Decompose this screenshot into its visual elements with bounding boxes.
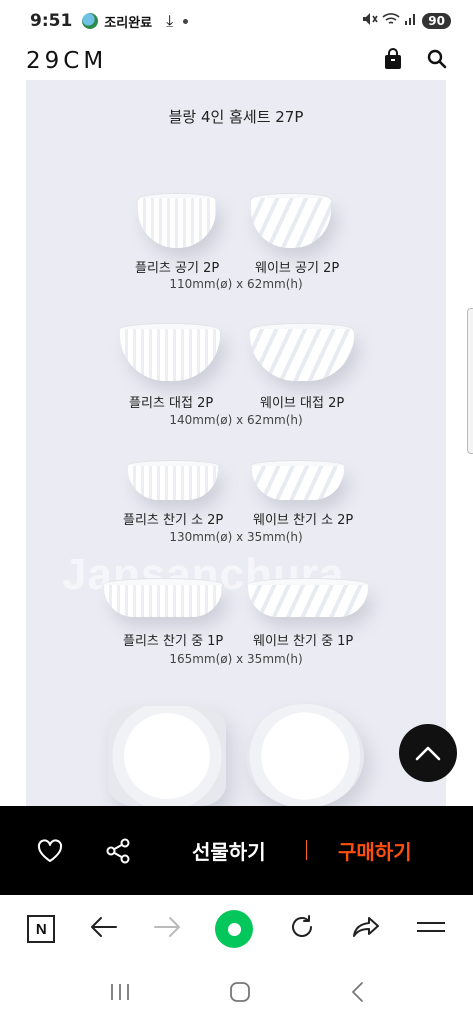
product-detail-image: 블랑 4인 홈세트 27P Jansanchura 플리츠 공기 2P 웨이브 … [26,80,446,806]
home-icon[interactable] [228,980,252,1008]
forward-arrow-icon[interactable] [153,916,181,942]
heart-icon[interactable] [36,837,64,865]
wave-plate-image [246,704,364,806]
green-dot-button[interactable] [215,910,254,948]
download-icon: ⤓ [166,11,174,30]
notification: 조리완료 [82,12,152,31]
pleats-rice-bowl-image [138,198,216,248]
item-dimensions: 130mm(ø) x 35mm(h) [169,530,303,544]
share-arrow-icon[interactable] [351,915,381,943]
more-notifications-dot [183,18,189,24]
mute-icon [362,12,378,30]
action-divider [306,840,307,860]
menu-icon[interactable] [416,918,446,940]
system-navigation-bar [0,963,473,1024]
status-time: 9:51 [30,11,73,31]
app-header: 29CM [0,42,473,80]
item-dimensions: 165mm(ø) x 35mm(h) [169,652,303,666]
edge-panel-handle[interactable] [467,308,473,454]
shopping-bag-icon[interactable] [383,48,403,74]
item-label: 플리츠 대접 2P [129,396,214,411]
product-set-title: 블랑 4인 홈세트 27P [168,108,304,126]
item-label: 플리츠 공기 2P [135,261,220,276]
wave-soup-bowl-image [250,329,354,381]
naver-home-button[interactable]: N [27,915,56,943]
wave-small-dish-image [252,466,344,500]
recent-apps-icon[interactable] [109,982,131,1006]
search-icon[interactable] [427,49,447,73]
status-bar: 9:51 조리완료 ⤓ 90 [0,0,473,42]
scroll-to-top-button[interactable] [399,724,457,782]
pleats-plate-image [108,706,226,806]
back-arrow-icon[interactable] [90,916,118,942]
refresh-icon[interactable] [288,913,316,945]
wave-medium-dish-image [248,585,368,617]
pleats-soup-bowl-image [120,329,220,381]
share-icon[interactable] [104,837,132,865]
purchase-action-bar: 선물하기 구매하기 [0,806,473,895]
gift-button[interactable]: 선물하기 [192,836,266,865]
notification-text: 조리완료 [104,15,153,31]
status-indicators: 90 [362,12,451,30]
item-dimensions: 140mm(ø) x 62mm(h) [169,413,303,427]
item-label: 플리츠 찬기 중 1P [123,634,224,649]
green-dot-icon [227,922,241,936]
globe-icon [82,13,99,29]
pleats-small-dish-image [128,466,218,500]
item-label: 웨이브 대접 2P [260,396,345,411]
battery-level: 90 [422,13,451,29]
chevron-up-icon [415,746,441,761]
item-label: 웨이브 찬기 소 2P [253,513,354,528]
brand-logo[interactable]: 29CM [26,48,107,74]
item-label: 웨이브 찬기 중 1P [253,634,354,649]
item-dimensions: 110mm(ø) x 62mm(h) [169,277,303,291]
wifi-icon [382,12,400,30]
pleats-medium-dish-image [104,585,222,617]
signal-icon [404,12,418,30]
wave-rice-bowl-image [251,198,331,248]
item-label: 플리츠 찬기 소 2P [123,513,224,528]
item-label: 웨이브 공기 2P [255,261,340,276]
buy-button[interactable]: 구매하기 [338,836,412,865]
system-back-icon[interactable] [349,980,365,1008]
browser-toolbar: N [0,895,473,963]
